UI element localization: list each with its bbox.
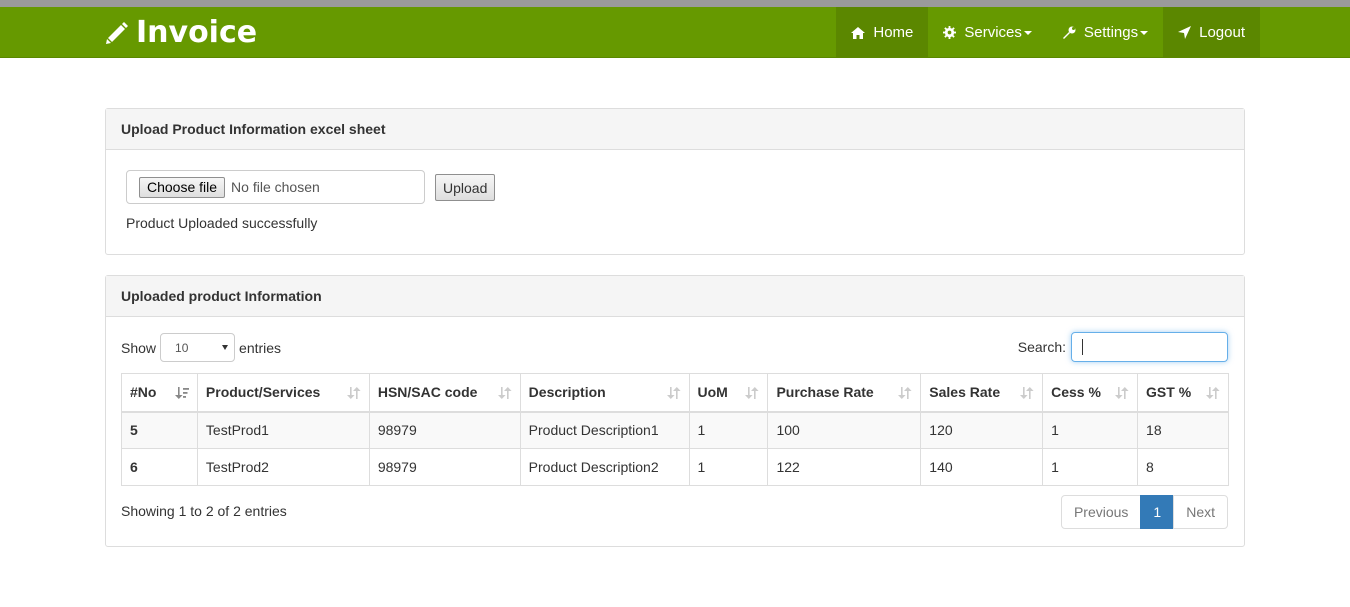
search-label: Search: — [1017, 339, 1066, 355]
upload-success-message: Product Uploaded successfully — [126, 215, 318, 231]
table-cell: 18 — [1137, 411, 1229, 449]
sort-icon — [898, 387, 912, 399]
nav-settings-label: Settings — [1083, 24, 1139, 41]
sort-icon — [346, 387, 361, 399]
text-cursor — [1082, 339, 1083, 355]
upload-button[interactable]: Upload — [435, 174, 496, 201]
nav-logout-label: Logout — [1199, 24, 1245, 41]
table-cell: 5 — [121, 411, 198, 449]
pagination: Previous 1 Next — [1060, 495, 1228, 529]
upload-panel: Upload Product Information excel sheet C… — [105, 108, 1245, 255]
location-arrow-icon — [1178, 26, 1192, 39]
sort-icon — [666, 387, 681, 399]
column-header-label: Product/Services — [205, 384, 321, 401]
table-cell: 140 — [920, 448, 1044, 486]
column-header[interactable]: #No — [121, 373, 198, 413]
table-info: Showing 1 to 2 of 2 entries — [121, 503, 287, 519]
nav-logout[interactable]: Logout — [1163, 7, 1260, 58]
navbar: Invoice Home Services Settings Logout — [0, 7, 1350, 58]
upload-panel-title: Upload Product Information excel sheet — [106, 109, 1244, 150]
brand[interactable]: Invoice — [104, 7, 257, 58]
pencil-icon — [106, 21, 128, 44]
table-cell: 6 — [121, 448, 198, 486]
nav-home-label: Home — [873, 24, 914, 41]
column-header[interactable]: GST % — [1137, 373, 1229, 413]
sort-icon — [745, 387, 760, 399]
sort-icon — [1206, 387, 1220, 399]
show-label: Show — [121, 339, 157, 356]
file-input[interactable]: Choose file No file chosen — [126, 170, 425, 204]
column-header-label: Sales Rate — [929, 384, 1001, 401]
table-cell: 120 — [920, 411, 1044, 449]
table-cell: Product Description1 — [519, 411, 690, 449]
column-header-label: #No — [130, 384, 157, 401]
search-input[interactable] — [1071, 332, 1228, 362]
nav-services[interactable]: Services — [928, 7, 1047, 58]
table-cell: 1 — [688, 448, 769, 486]
column-header-label: Purchase Rate — [776, 384, 874, 401]
nav-settings[interactable]: Settings — [1047, 7, 1163, 58]
table-cell: 98979 — [368, 448, 521, 486]
nav-home[interactable]: Home — [836, 7, 929, 58]
nav-menu: Home Services Settings Logout — [836, 7, 1260, 58]
table-header-row: #No Product/Services HSN/SAC code Descripti… — [121, 373, 1229, 413]
sort-icon — [1115, 387, 1129, 399]
table-cell: 1 — [688, 411, 769, 449]
page-length-control: Show 10 entries — [121, 333, 281, 362]
table-cell: 100 — [767, 411, 922, 449]
products-table: #No Product/Services HSN/SAC code Descripti… — [121, 373, 1229, 486]
table-cell: 122 — [767, 448, 922, 486]
entries-label: entries — [239, 339, 282, 356]
brand-title: Invoice — [136, 15, 258, 50]
wrench-icon — [1062, 26, 1076, 39]
chevron-down-icon — [222, 345, 229, 350]
previous-button[interactable]: Previous — [1060, 495, 1142, 529]
file-status: No file chosen — [231, 179, 320, 195]
gear-icon — [943, 26, 957, 39]
column-header[interactable]: HSN/SAC code — [368, 373, 521, 413]
search-control: Search: — [1018, 332, 1228, 362]
table-cell: TestProd2 — [196, 448, 370, 486]
column-header-label: Cess % — [1051, 384, 1101, 401]
home-icon — [851, 26, 866, 39]
page-length-select[interactable]: 10 — [160, 333, 236, 362]
table-body: 5 TestProd1 98979 Product Description1 1 100 1… — [121, 411, 1229, 486]
browser-top-strip — [0, 0, 1350, 7]
table-row[interactable]: 6 TestProd2 98979 Product Description2 1 122 1… — [121, 448, 1229, 486]
products-panel: Uploaded product Information Show 10 ent… — [105, 275, 1245, 547]
chevron-down-icon — [1023, 30, 1032, 35]
column-header-label: HSN/SAC code — [377, 384, 478, 401]
table-cell: 1 — [1042, 448, 1139, 486]
column-header-label: Description — [528, 384, 606, 401]
column-header-label: UoM — [697, 384, 728, 401]
column-header[interactable]: Purchase Rate — [767, 373, 922, 413]
nav-services-label: Services — [964, 24, 1022, 41]
table-cell: 1 — [1042, 411, 1139, 449]
table-cell: 8 — [1137, 448, 1229, 486]
sort-ascending-icon — [174, 387, 189, 399]
column-header[interactable]: UoM — [688, 373, 769, 413]
column-header[interactable]: Product/Services — [196, 373, 370, 413]
next-button[interactable]: Next — [1173, 495, 1228, 529]
sort-icon — [497, 387, 512, 399]
column-header[interactable]: Description — [519, 373, 690, 413]
table-cell: Product Description2 — [519, 448, 690, 486]
column-header[interactable]: Sales Rate — [920, 373, 1044, 413]
column-header[interactable]: Cess % — [1042, 373, 1139, 413]
page-length-value: 10 — [175, 340, 189, 355]
table-cell: TestProd1 — [196, 411, 370, 449]
sort-icon — [1020, 387, 1034, 399]
choose-file-button[interactable]: Choose file — [139, 176, 226, 198]
column-header-label: GST % — [1146, 384, 1192, 401]
products-panel-title: Uploaded product Information — [106, 276, 1244, 317]
page-1-button[interactable]: 1 — [1140, 495, 1175, 529]
table-cell: 98979 — [368, 411, 521, 449]
chevron-down-icon — [1140, 30, 1149, 35]
table-row[interactable]: 5 TestProd1 98979 Product Description1 1 100 1… — [121, 411, 1229, 449]
